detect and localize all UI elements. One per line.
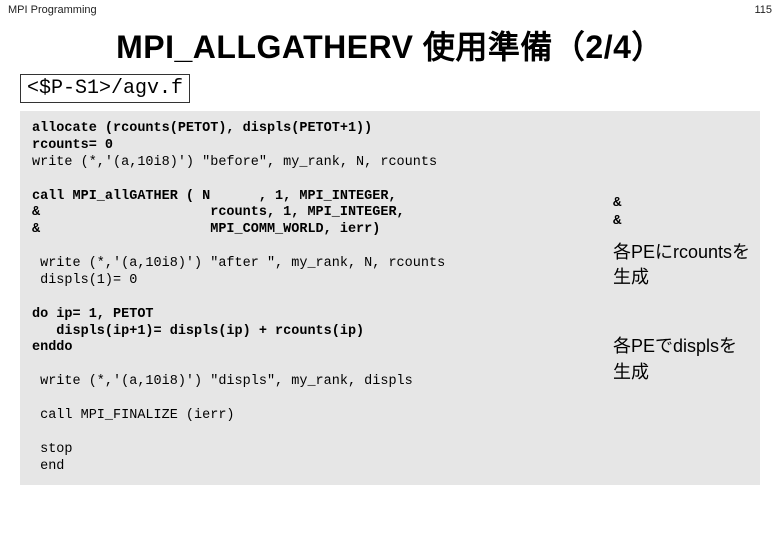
code-line: displs(1)= 0 xyxy=(32,273,137,288)
annotation-rcounts: 各PEにrcountsを 生成 xyxy=(613,240,750,290)
code-line: & rcounts, 1, MPI_INTEGER, xyxy=(32,205,405,220)
annotation-displs: 各PEでdisplsを 生成 xyxy=(613,334,750,384)
file-path-box: <$P-S1>/agv.f xyxy=(20,74,190,103)
slide-header: MPI Programming 115 xyxy=(0,0,780,18)
code-line: write (*,'(a,10i8)') "displs", my_rank, … xyxy=(32,374,413,389)
code-line: end xyxy=(32,459,64,474)
code-line: call MPI_allGATHER ( N , 1, MPI_INTEGER, xyxy=(32,189,397,204)
continuation-ampersand: & & xyxy=(613,195,750,230)
code-line: write (*,'(a,10i8)') "after ", my_rank, … xyxy=(32,256,445,271)
code-line: stop xyxy=(32,442,73,457)
code-line: & MPI_COMM_WORLD, ierr) xyxy=(32,222,380,237)
code-line: do ip= 1, PETOT xyxy=(32,307,154,322)
code-line: allocate (rcounts(PETOT), displs(PETOT+1… xyxy=(32,121,372,136)
code-line: enddo xyxy=(32,340,73,355)
code-line: displs(ip+1)= displs(ip) + rcounts(ip) xyxy=(32,324,364,339)
code-line: write (*,'(a,10i8)') "before", my_rank, … xyxy=(32,155,437,170)
code-line: rcounts= 0 xyxy=(32,138,113,153)
annotations-column: & & 各PEにrcountsを 生成 各PEでdisplsを 生成 xyxy=(613,195,750,385)
header-page-number: 115 xyxy=(754,4,772,16)
code-line: call MPI_FINALIZE (ierr) xyxy=(32,408,235,423)
slide-title: MPI_ALLGATHERV 使用準備（2/4） xyxy=(0,22,780,68)
header-left: MPI Programming xyxy=(8,4,97,16)
